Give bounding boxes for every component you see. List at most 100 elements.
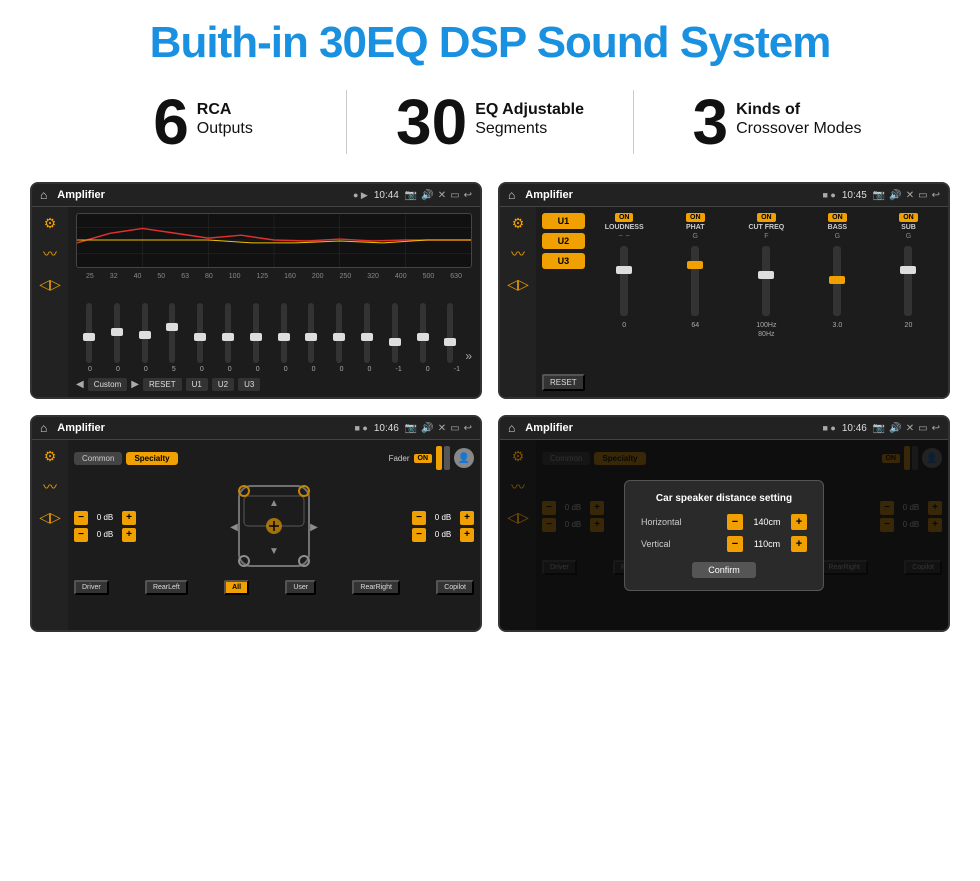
phat-slider[interactable] — [691, 246, 699, 316]
plus-tl[interactable]: + — [122, 511, 136, 525]
u1-btn[interactable]: U1 — [186, 378, 208, 391]
home-icon-4[interactable]: ⌂ — [508, 421, 515, 435]
dialog-horizontal-row: Horizontal − 140cm + — [641, 514, 807, 530]
custom-btn[interactable]: Custom — [88, 378, 128, 391]
amp-reset-btn[interactable]: RESET — [542, 374, 585, 391]
loudness-slider[interactable] — [620, 246, 628, 316]
rearright-btn[interactable]: RearRight — [352, 580, 400, 595]
crossover-content: ⚙ 〰 ◁▷ Common Specialty Fader ON 👤 — [32, 440, 480, 630]
all-btn[interactable]: All — [224, 580, 249, 595]
cross-bottom: Driver RearLeft All User RearRight Copil… — [74, 580, 474, 595]
eq-slider-2[interactable] — [132, 303, 158, 363]
confirm-button[interactable]: Confirm — [692, 562, 756, 578]
minus-bl[interactable]: − — [74, 528, 88, 542]
speaker-icon-3[interactable]: ◁▷ — [39, 509, 61, 526]
eq-slider-10[interactable] — [354, 303, 380, 363]
volume-icon: 🔊 — [421, 190, 433, 201]
camera-icon-3: 📷 — [405, 423, 417, 434]
eq-slider-5[interactable] — [215, 303, 241, 363]
crossover-screen: ⌂ Amplifier ■ ● 10:46 📷 🔊 ✕ ▭ ↩ ⚙ 〰 ◁▷ C… — [30, 415, 482, 632]
horizontal-minus[interactable]: − — [727, 514, 743, 530]
back-icon-3[interactable]: ↩ — [464, 423, 472, 434]
home-icon-2[interactable]: ⌂ — [508, 188, 515, 202]
tab-common[interactable]: Common — [74, 452, 122, 465]
eq-slider-1[interactable] — [104, 303, 130, 363]
copilot-btn[interactable]: Copilot — [436, 580, 474, 595]
equalizer-icon-3[interactable]: ⚙ — [44, 448, 57, 465]
sub-slider[interactable] — [904, 246, 912, 316]
plus-bl[interactable]: + — [122, 528, 136, 542]
sub-on[interactable]: ON — [899, 213, 918, 222]
speaker-icon[interactable]: ◁▷ — [39, 276, 61, 293]
eq-slider-6[interactable] — [243, 303, 269, 363]
dialog-overlay: Car speaker distance setting Horizontal … — [500, 440, 948, 630]
next-arrow[interactable]: ▶ — [131, 379, 139, 390]
volume-icon-2: 🔊 — [889, 190, 901, 201]
dialog-time: 10:46 — [842, 423, 867, 434]
vertical-value: 110cm — [747, 539, 787, 549]
stat-label-crossover: Kinds of — [736, 100, 861, 119]
dialog-title: Car speaker distance setting — [641, 493, 807, 504]
vertical-minus[interactable]: − — [727, 536, 743, 552]
minimize-icon: ▭ — [450, 190, 459, 201]
eq-slider-9[interactable] — [326, 303, 352, 363]
user-btn[interactable]: User — [285, 580, 316, 595]
bass-slider[interactable] — [833, 246, 841, 316]
minus-tr[interactable]: − — [412, 511, 426, 525]
back-icon-2[interactable]: ↩ — [932, 190, 940, 201]
equalizer-icon-2[interactable]: ⚙ — [512, 215, 525, 232]
minus-tl[interactable]: − — [74, 511, 88, 525]
eq-freq-labels: 253240506380100125160200250320400500630 — [76, 272, 472, 281]
speaker-icon-2[interactable]: ◁▷ — [507, 276, 529, 293]
bass-on[interactable]: ON — [828, 213, 847, 222]
back-icon-4[interactable]: ↩ — [932, 423, 940, 434]
home-icon-3[interactable]: ⌂ — [40, 421, 47, 435]
preset-u1[interactable]: U1 — [542, 213, 585, 229]
minus-br[interactable]: − — [412, 528, 426, 542]
equalizer-icon[interactable]: ⚙ — [44, 215, 57, 232]
phat-on[interactable]: ON — [686, 213, 705, 222]
camera-icon: 📷 — [405, 190, 417, 201]
fader-on-btn[interactable]: ON — [414, 454, 433, 463]
eq-side-icons: ⚙ 〰 ◁▷ — [32, 207, 68, 397]
eq-slider-4[interactable] — [187, 303, 213, 363]
preset-u3[interactable]: U3 — [542, 253, 585, 269]
wave-icon[interactable]: 〰 — [43, 244, 57, 264]
eq-slider-8[interactable] — [299, 303, 325, 363]
cutfreq-on[interactable]: ON — [757, 213, 776, 222]
eq-slider-0[interactable] — [76, 303, 102, 363]
vertical-plus[interactable]: + — [791, 536, 807, 552]
horizontal-plus[interactable]: + — [791, 514, 807, 530]
eq-slider-7[interactable] — [271, 303, 297, 363]
reset-btn[interactable]: RESET — [143, 378, 182, 391]
rearleft-btn[interactable]: RearLeft — [145, 580, 188, 595]
amp-content: ⚙ 〰 ◁▷ U1 U2 U3 RESET ON LOUDNESS — [500, 207, 948, 397]
back-icon[interactable]: ↩ — [464, 190, 472, 201]
amp-time: 10:45 — [842, 190, 867, 201]
cutfreq-slider[interactable] — [762, 246, 770, 316]
eq-slider-3[interactable] — [159, 303, 185, 363]
tab-specialty[interactable]: Specialty — [126, 452, 177, 465]
stats-row: 6 RCA Outputs 30 EQ Adjustable Segments … — [0, 80, 980, 172]
eq-slider-11[interactable] — [382, 303, 408, 363]
u3-btn[interactable]: U3 — [238, 378, 260, 391]
eq-slider-13[interactable] — [438, 303, 464, 363]
svg-text:▼: ▼ — [269, 546, 279, 557]
loudness-on[interactable]: ON — [615, 213, 634, 222]
u2-btn[interactable]: U2 — [212, 378, 234, 391]
plus-br[interactable]: + — [460, 528, 474, 542]
wave-icon-2[interactable]: 〰 — [511, 244, 525, 264]
more-icon[interactable]: » — [465, 349, 472, 363]
plus-tr[interactable]: + — [460, 511, 474, 525]
eq-slider-12[interactable] — [410, 303, 436, 363]
home-icon[interactable]: ⌂ — [40, 188, 47, 202]
prev-arrow[interactable]: ◀ — [76, 379, 84, 390]
wave-icon-3[interactable]: 〰 — [43, 477, 57, 497]
avatar-icon[interactable]: 👤 — [454, 448, 474, 468]
dialog-vertical-row: Vertical − 110cm + — [641, 536, 807, 552]
page-header: Buith-in 30EQ DSP Sound System — [0, 0, 980, 80]
minimize-icon-2: ▭ — [918, 190, 927, 201]
driver-btn[interactable]: Driver — [74, 580, 109, 595]
crossover-time: 10:46 — [374, 423, 399, 434]
preset-u2[interactable]: U2 — [542, 233, 585, 249]
